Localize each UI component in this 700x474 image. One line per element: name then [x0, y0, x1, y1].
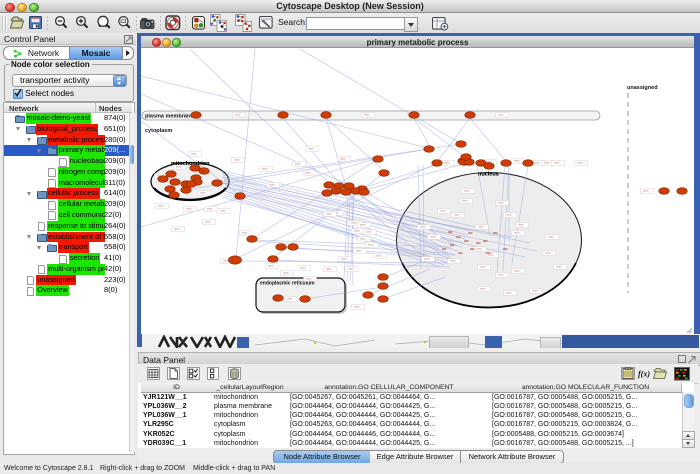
svg-text:unassigned: unassigned	[627, 85, 658, 91]
svg-text:f(x): f(x)	[638, 370, 650, 379]
svg-text:nucleus: nucleus	[478, 172, 499, 178]
svg-text:mitochondrion: mitochondrion	[171, 161, 210, 167]
svg-text:plasma membrane: plasma membrane	[145, 114, 193, 120]
svg-text:cytoplasm: cytoplasm	[145, 128, 172, 134]
